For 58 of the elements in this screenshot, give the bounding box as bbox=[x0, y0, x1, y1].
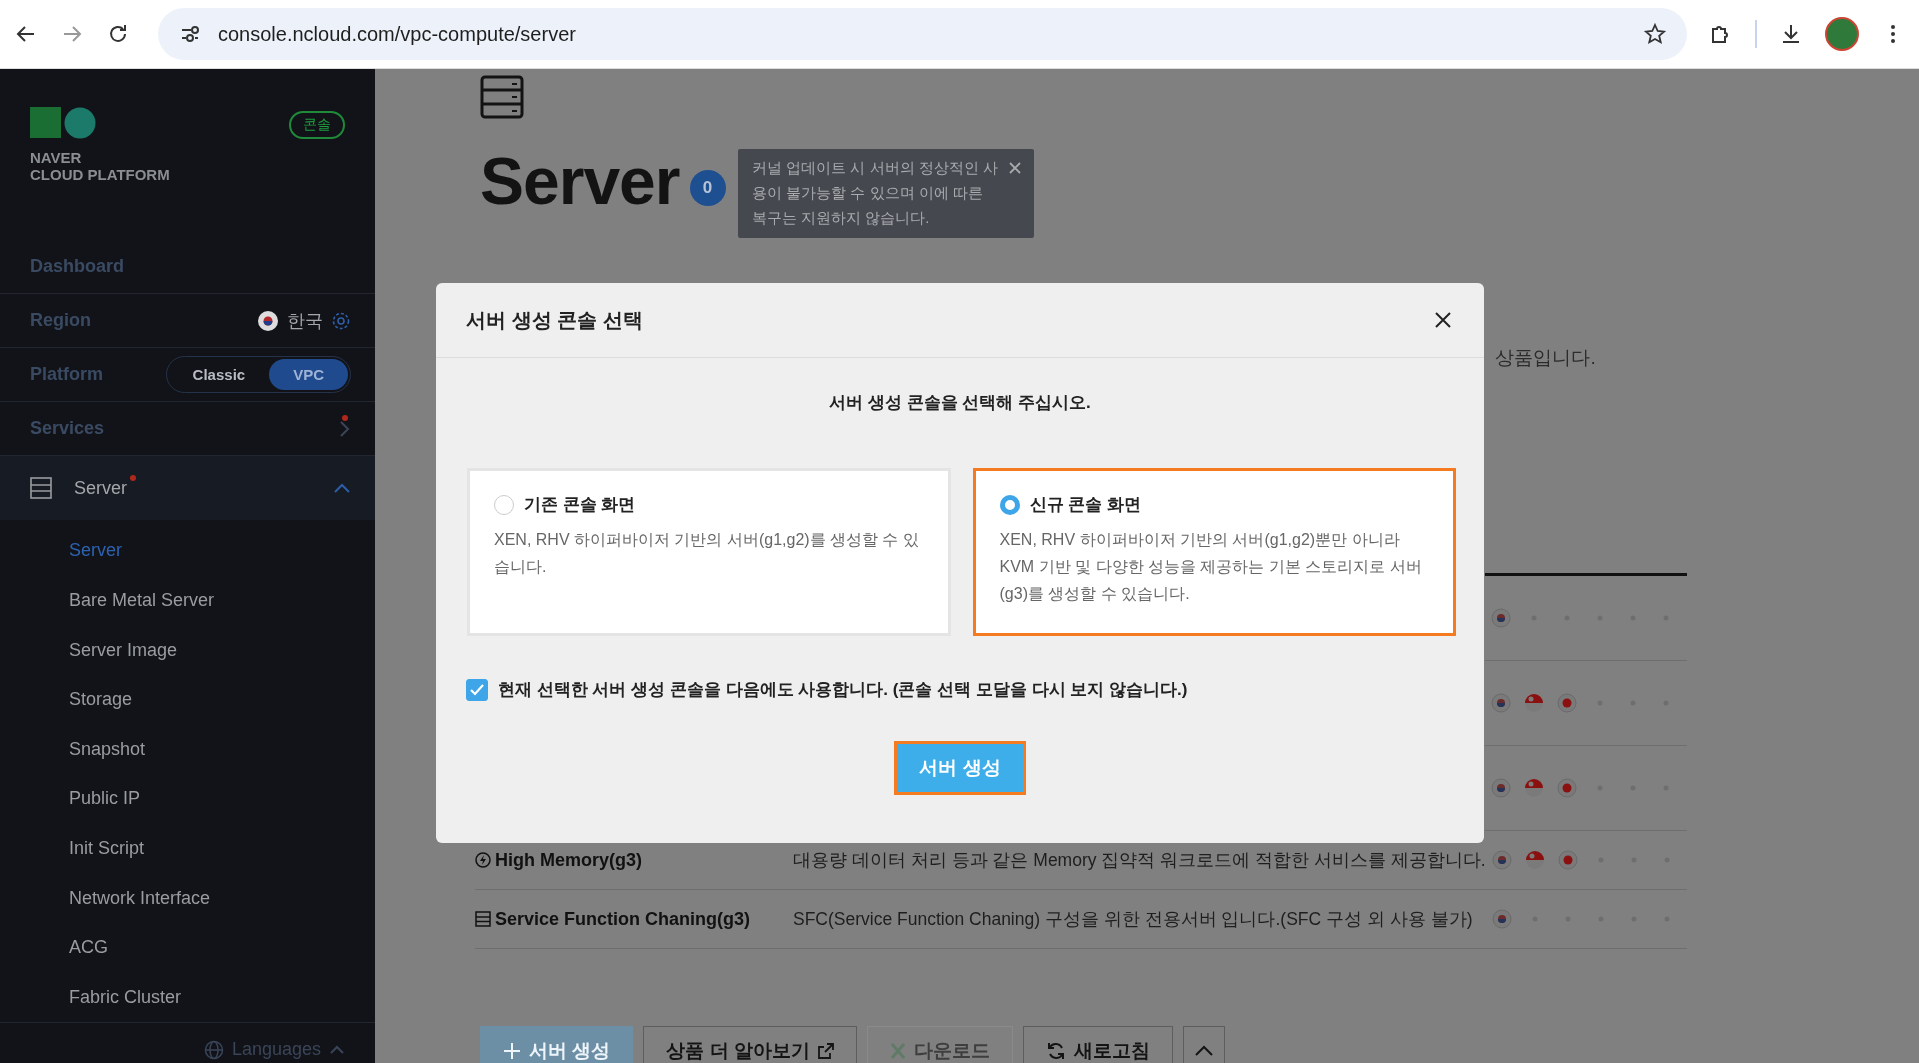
table-cell: High Memory(g3) bbox=[495, 849, 642, 871]
korea-flag-icon bbox=[257, 309, 279, 332]
logo-icon bbox=[30, 107, 96, 139]
collapse-button[interactable] bbox=[1182, 1026, 1225, 1063]
server-icon bbox=[480, 75, 524, 119]
server-icon bbox=[30, 477, 52, 500]
profile-avatar[interactable] bbox=[1825, 17, 1859, 51]
sidebar-item[interactable]: Fabric Cluster bbox=[69, 986, 182, 1008]
option-title: 신규 콘솔 화면 bbox=[1029, 494, 1141, 516]
toolbar-button[interactable]: 상품 더 알아보기 bbox=[643, 1026, 857, 1063]
chevron-up-icon bbox=[1193, 1045, 1214, 1057]
star-icon[interactable] bbox=[1643, 22, 1667, 46]
sidebar-item[interactable]: Bare Metal Server bbox=[69, 590, 215, 611]
server-menu-header[interactable]: Server bbox=[0, 456, 375, 521]
sidebar-item[interactable]: Storage bbox=[69, 689, 133, 711]
logo-text: CLOUD PLATFORM bbox=[30, 166, 170, 183]
page-title: Server bbox=[480, 143, 680, 219]
description-text: 상품입니다. bbox=[1495, 347, 1596, 368]
checkbox-label: 현재 선택한 서버 생성 콘솔을 다음에도 사용합니다. (콘솔 선택 모달을 다시 보지 않습니다.) bbox=[498, 679, 1188, 701]
table-cell: 대용량 데이터 처리 등과 같은 Memory 집약적 워크로드에 적합한 서비스를 제공합니다. bbox=[793, 850, 1486, 870]
option-description: XEN, RHV 하이퍼바이저 기반의 서버(g1,g2)뿐만 아니라 KVM 기반 및 다양한 성능을 제공하는 기본 스토리지로 서버(g3)를 생성할 수 있습니다. bbox=[999, 530, 1423, 604]
sidebar-item[interactable]: Network Interface bbox=[69, 887, 211, 909]
platform-option[interactable]: VPC bbox=[269, 359, 348, 391]
sidebar-item[interactable]: ACG bbox=[69, 937, 108, 959]
bolt-icon bbox=[475, 852, 491, 868]
sidebar-item[interactable]: Public IP bbox=[69, 788, 141, 810]
region-value[interactable]: 한국 bbox=[287, 308, 323, 333]
option-card[interactable]: 신규 콘솔 화면 XEN, RHV 하이퍼바이저 기반의 서버(g1,g2)뿐만 아니라 KVM 기반 및 다양한 성능을 제공하는 기본 스토리지로 서버(g3)를 생성할 수 있습니다. bbox=[972, 468, 1456, 636]
radio-button[interactable] bbox=[494, 494, 514, 515]
sidebar-label: Region bbox=[30, 310, 91, 332]
checkbox[interactable] bbox=[466, 678, 488, 701]
radio-button[interactable] bbox=[999, 494, 1020, 515]
refresh-icon bbox=[1045, 1041, 1066, 1061]
plus-icon bbox=[503, 1042, 521, 1060]
settings-icon[interactable] bbox=[331, 310, 351, 331]
sidebar-item[interactable]: Init Script bbox=[69, 838, 145, 859]
external-link-icon bbox=[817, 1043, 834, 1059]
count-badge: 0 bbox=[689, 170, 726, 206]
option-description: XEN, RHV 하이퍼바이저 기반의 서버(g1,g2)를 생성할 수 있습니다. bbox=[494, 530, 920, 577]
tooltip-text: 커널 업데이트 시 서버의 정상적인 사용이 불가능할 수 있으며 이에 따른 복구는 지원하지 않습니다. bbox=[752, 159, 998, 226]
table-cell: Service Function Chaning(g3) bbox=[495, 908, 751, 930]
logo-text: NAVER bbox=[30, 149, 83, 166]
chevron-up-icon bbox=[329, 1044, 345, 1055]
sidebar-item[interactable]: Snapshot bbox=[69, 738, 146, 760]
platform-option[interactable]: Classic bbox=[168, 359, 270, 391]
table-cell: SFC(Service Function Chaning) 구성을 위한 전용서버 입니다.(SFC 구성 외 사용 불가) bbox=[793, 909, 1473, 929]
console-badge: 콘솔 bbox=[289, 111, 345, 139]
chevron-right-icon bbox=[339, 419, 351, 438]
prompt-text: 서버 생성 콘솔을 선택해 주십시오. bbox=[829, 393, 1091, 412]
option-card[interactable]: 기존 콘솔 화면 XEN, RHV 하이퍼바이저 기반의 서버(g1,g2)를 생성할 수 있습니다. bbox=[467, 468, 951, 636]
close-icon[interactable] bbox=[1008, 161, 1022, 175]
option-title: 기존 콘솔 화면 bbox=[524, 494, 636, 516]
sidebar-label: Platform bbox=[30, 364, 103, 386]
toolbar-button[interactable]: 새로고침 bbox=[1022, 1026, 1173, 1063]
server-icon bbox=[475, 911, 491, 927]
globe-icon bbox=[203, 1039, 224, 1060]
sidebar-item[interactable]: Server Image bbox=[69, 639, 178, 661]
modal-title: 서버 생성 콘솔 선택 bbox=[466, 307, 643, 333]
